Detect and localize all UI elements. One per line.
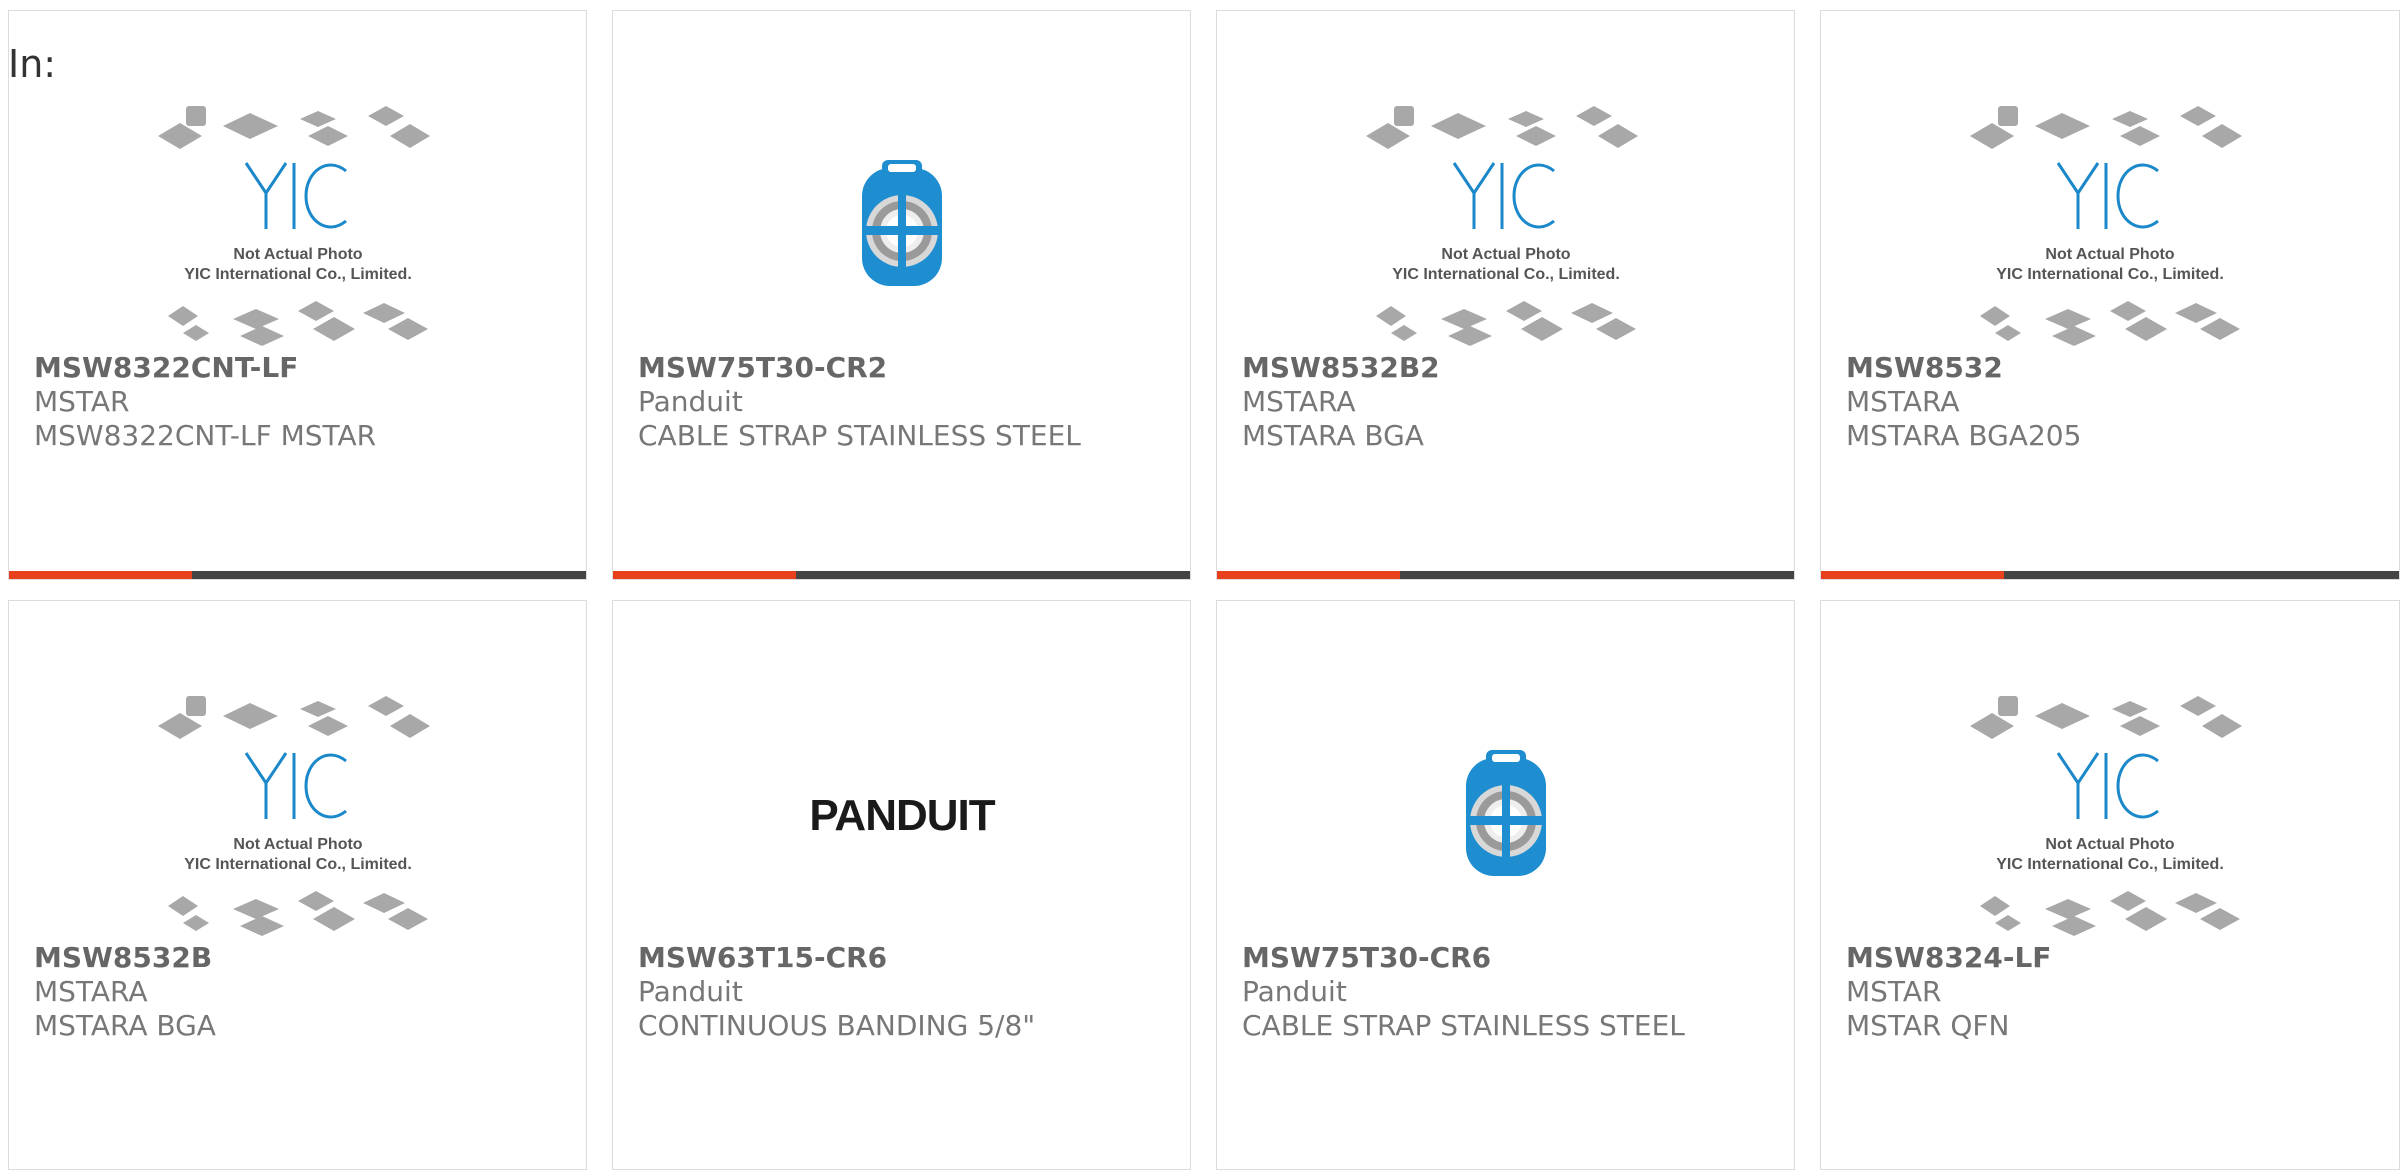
product-manufacturer: Panduit — [1242, 975, 1347, 1008]
product-image-yic-placeholder: Not Actual Photo YIC International Co., … — [1217, 101, 1794, 351]
product-image-yic-placeholder: Not Actual Photo YIC International Co., … — [1821, 691, 2399, 941]
placeholder-line2: YIC International Co., Limited. — [1996, 856, 2224, 873]
product-image-panduit-logo: PANDUIT — [613, 691, 1190, 941]
in-label: In: — [8, 42, 57, 86]
product-part-number[interactable]: MSW63T15-CR6 — [638, 941, 887, 975]
panduit-logo-text: PANDUIT — [809, 791, 995, 840]
product-manufacturer: MSTARA — [1846, 385, 1960, 418]
placeholder-line2: YIC International Co., Limited. — [184, 266, 412, 283]
product-description: CABLE STRAP STAINLESS STEEL — [1242, 1009, 1685, 1042]
product-grid: Not Actual Photo YIC International Co., … — [0, 0, 2400, 1170]
card-bottom-bar — [613, 571, 1190, 579]
placeholder-line1: Not Actual Photo — [233, 836, 362, 853]
product-manufacturer: MSTAR — [34, 385, 130, 418]
placeholder-line1: Not Actual Photo — [2045, 246, 2174, 263]
product-part-number[interactable]: MSW8532B — [34, 941, 212, 975]
card-bar-accent — [9, 571, 192, 579]
placeholder-line2: YIC International Co., Limited. — [1996, 266, 2224, 283]
product-card[interactable]: MSW75T30-CR2 Panduit CABLE STRAP STAINLE… — [612, 10, 1191, 580]
product-card[interactable]: PANDUIT MSW63T15-CR6 Panduit CONTINUOUS … — [612, 600, 1191, 1170]
product-description: MSTARA BGA — [1242, 419, 1424, 452]
product-image-yic-placeholder: Not Actual Photo YIC International Co., … — [1821, 101, 2399, 351]
product-card[interactable]: Not Actual Photo YIC International Co., … — [8, 10, 587, 580]
product-manufacturer: Panduit — [638, 975, 743, 1008]
card-bottom-bar — [9, 571, 586, 579]
product-image-cable-reel — [613, 101, 1190, 351]
card-bar-accent — [613, 571, 796, 579]
product-part-number[interactable]: MSW75T30-CR2 — [638, 351, 887, 385]
product-card[interactable]: Not Actual Photo YIC International Co., … — [1820, 600, 2400, 1170]
product-description: MSTARA BGA205 — [1846, 419, 2082, 452]
product-description: CABLE STRAP STAINLESS STEEL — [638, 419, 1081, 452]
product-description: CONTINUOUS BANDING 5/8" — [638, 1009, 1036, 1042]
product-image-yic-placeholder: Not Actual Photo YIC International Co., … — [9, 691, 586, 941]
product-description: MSTAR QFN — [1846, 1009, 2010, 1042]
product-manufacturer: MSTARA — [1242, 385, 1356, 418]
product-card[interactable]: Not Actual Photo YIC International Co., … — [8, 600, 587, 1170]
placeholder-line1: Not Actual Photo — [233, 246, 362, 263]
placeholder-line2: YIC International Co., Limited. — [1392, 266, 1620, 283]
placeholder-line1: Not Actual Photo — [2045, 836, 2174, 853]
product-part-number[interactable]: MSW8532 — [1846, 351, 2003, 385]
card-bar-accent — [1821, 571, 2004, 579]
product-description: MSTARA BGA — [34, 1009, 216, 1042]
product-manufacturer: MSTAR — [1846, 975, 1942, 1008]
product-part-number[interactable]: MSW75T30-CR6 — [1242, 941, 1491, 975]
product-image-cable-reel — [1217, 691, 1794, 941]
card-bottom-bar — [1821, 571, 2399, 579]
placeholder-line2: YIC International Co., Limited. — [184, 856, 412, 873]
product-card[interactable]: Not Actual Photo YIC International Co., … — [1820, 10, 2400, 580]
card-bar-accent — [1217, 571, 1400, 579]
product-part-number[interactable]: MSW8324-LF — [1846, 941, 2051, 975]
product-part-number[interactable]: MSW8532B2 — [1242, 351, 1440, 385]
product-manufacturer: Panduit — [638, 385, 743, 418]
product-part-number[interactable]: MSW8322CNT-LF — [34, 351, 298, 385]
product-image-yic-placeholder: Not Actual Photo YIC International Co., … — [9, 101, 586, 351]
product-card[interactable]: MSW75T30-CR6 Panduit CABLE STRAP STAINLE… — [1216, 600, 1795, 1170]
card-bottom-bar — [1217, 571, 1794, 579]
product-manufacturer: MSTARA — [34, 975, 148, 1008]
product-card[interactable]: Not Actual Photo YIC International Co., … — [1216, 10, 1795, 580]
product-description: MSW8322CNT-LF MSTAR — [34, 419, 377, 452]
placeholder-line1: Not Actual Photo — [1441, 246, 1570, 263]
